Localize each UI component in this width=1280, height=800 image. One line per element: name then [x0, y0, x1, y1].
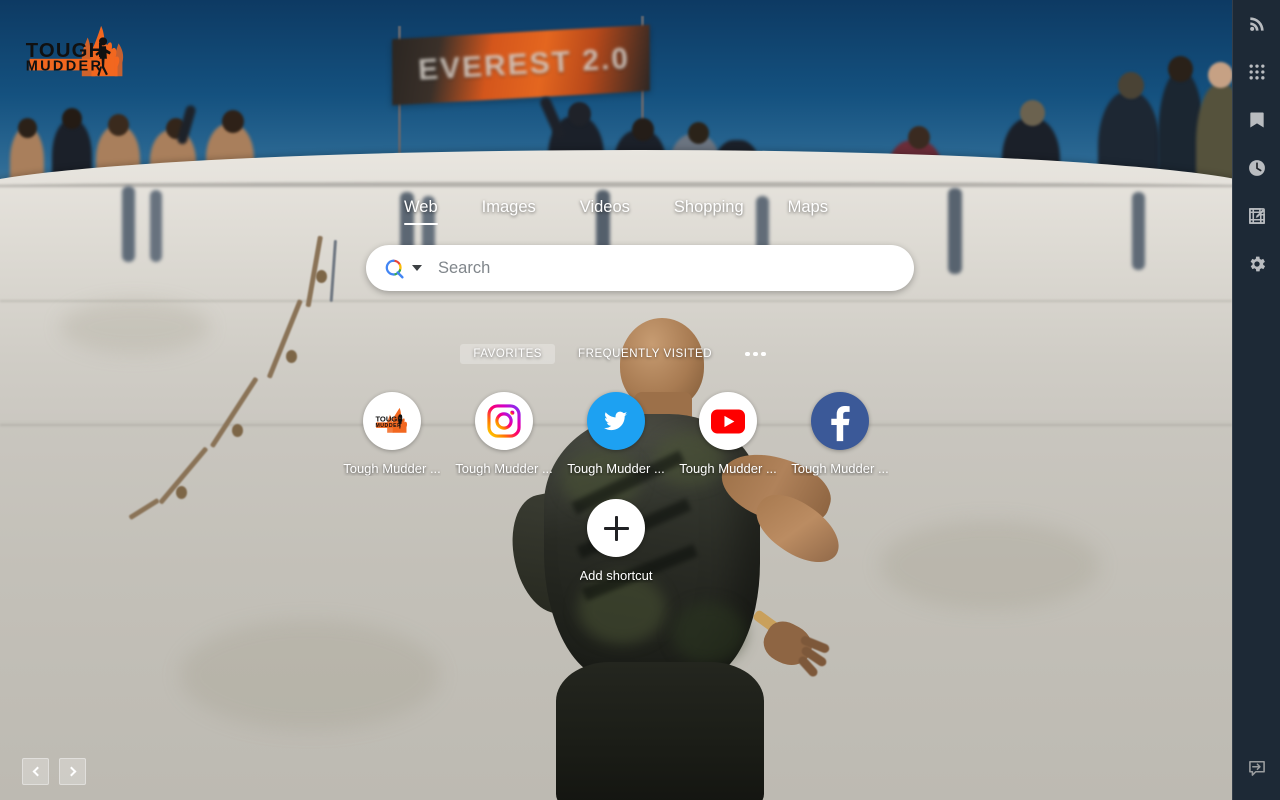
shortcut-facebook[interactable]: Tough Mudder ... [784, 392, 896, 476]
more-horizontal-icon[interactable] [739, 346, 772, 363]
tough-mudder-logo[interactable]: TOUGH MUDDER TOUGH MUDDER [18, 22, 134, 84]
spectator-head [222, 110, 244, 133]
shortcut-instagram[interactable]: Tough Mudder ... [448, 392, 560, 476]
add-shortcut-label: Add shortcut [579, 568, 653, 583]
shortcut-label: Tough Mudder ... [679, 461, 777, 476]
tab-maps[interactable]: Maps [766, 196, 850, 227]
wall-edge [0, 182, 1232, 187]
sidebar-item-settings[interactable] [1233, 240, 1280, 288]
sidebar-item-bookmarks[interactable] [1233, 96, 1280, 144]
spectator-head [1208, 62, 1232, 88]
shortcut-label: Tough Mudder ... [567, 461, 665, 476]
runner-legs [556, 662, 764, 800]
rope-knot [316, 270, 327, 283]
sidebar-item-history[interactable] [1233, 144, 1280, 192]
add-shortcut-row: Add shortcut [0, 499, 1232, 587]
camo-patch [672, 602, 746, 664]
tab-favorites[interactable]: FAVORITES [460, 344, 556, 364]
add-shortcut-button[interactable]: Add shortcut [560, 499, 672, 583]
tab-web[interactable]: Web [382, 196, 460, 227]
tab-videos[interactable]: Videos [558, 196, 652, 227]
youtube-icon [699, 392, 757, 450]
sidebar-item-notes[interactable] [1233, 192, 1280, 240]
rope-knot [176, 486, 187, 499]
new-tab-page: EVEREST 2.0 TOUGH MUDDER Web Images Vide… [0, 0, 1280, 800]
tab-images[interactable]: Images [460, 196, 558, 227]
shortcut-label: Tough Mudder ... [343, 461, 441, 476]
sidebar-item-apps[interactable] [1233, 48, 1280, 96]
wall-stain [180, 620, 440, 730]
speed-dial-toolbar: FAVORITES FREQUENTLY VISITED [0, 344, 1232, 364]
wall-seam [0, 300, 1232, 302]
shortcut-label: Tough Mudder ... [455, 461, 553, 476]
bookmark-icon [1247, 110, 1267, 130]
background-navigation [22, 758, 86, 785]
spectator-head [688, 122, 709, 144]
history-clock-icon [1247, 158, 1267, 178]
spectator-head [62, 108, 82, 129]
next-background-button[interactable] [59, 758, 86, 785]
previous-background-button[interactable] [22, 758, 49, 785]
spectator-head [568, 102, 591, 126]
spectator-head [18, 118, 37, 138]
sidebar-item-feedback[interactable] [1233, 744, 1280, 792]
instagram-icon [475, 392, 533, 450]
feedback-message-icon [1247, 758, 1267, 778]
tab-shopping[interactable]: Shopping [652, 196, 766, 227]
google-search-icon[interactable] [384, 258, 405, 279]
shortcut-label: Tough Mudder ... [791, 461, 889, 476]
spectator-head [632, 118, 654, 141]
apps-grid-icon [1247, 62, 1267, 82]
spectator-head [1118, 72, 1144, 99]
spectator-head [108, 114, 129, 136]
plus-icon [587, 499, 645, 557]
sidebar-item-feed[interactable] [1233, 0, 1280, 48]
search-engine-chevron-down-icon[interactable] [412, 265, 422, 271]
search-input[interactable] [438, 245, 896, 291]
notes-edit-icon [1247, 206, 1267, 226]
right-sidebar [1232, 0, 1280, 800]
shortcut-youtube[interactable]: Tough Mudder ... [672, 392, 784, 476]
shortcut-twitter[interactable]: Tough Mudder ... [560, 392, 672, 476]
shortcut-tough-mudder-site[interactable]: TOUGH MUDDER Tough Mudder ... [336, 392, 448, 476]
chevron-left-icon [32, 766, 42, 777]
search-category-tabs: Web Images Videos Shopping Maps [0, 196, 1232, 227]
spectator-head [1020, 100, 1045, 126]
svg-text:MUDDER: MUDDER [375, 423, 401, 429]
tab-frequently-visited[interactable]: FREQUENTLY VISITED [565, 344, 725, 364]
settings-gear-icon [1247, 254, 1267, 274]
svg-text:TOUGH: TOUGH [375, 415, 402, 424]
rss-feed-icon [1247, 14, 1267, 34]
speed-dial-grid: TOUGH MUDDER Tough Mudder ... Tough Mudd… [0, 392, 1232, 480]
search-bar[interactable] [366, 245, 914, 291]
facebook-icon [811, 392, 869, 450]
svg-text:MUDDER: MUDDER [26, 58, 104, 74]
tough-mudder-icon: TOUGH MUDDER [363, 392, 421, 450]
spectator-head [908, 126, 930, 149]
spectator-head [1168, 56, 1193, 82]
chevron-right-icon [66, 766, 76, 777]
twitter-icon [587, 392, 645, 450]
